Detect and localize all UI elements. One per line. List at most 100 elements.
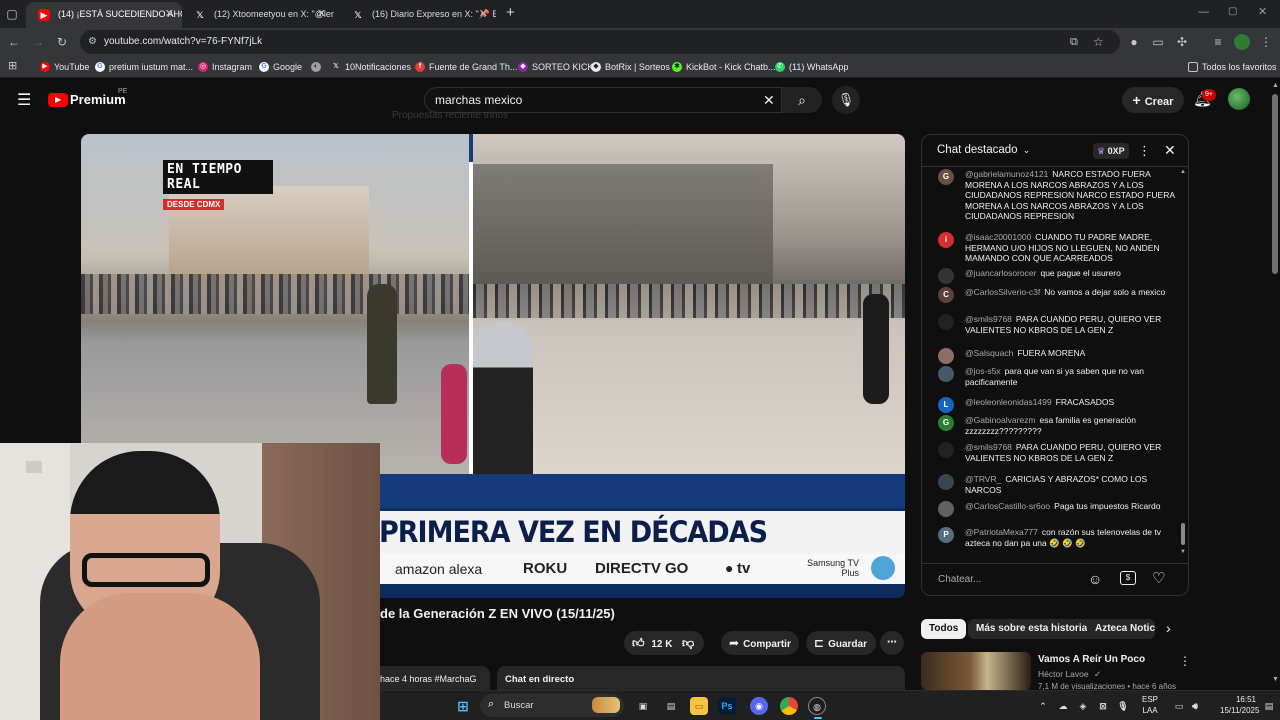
tab-youtube[interactable]: ▶ (14) ¡ESTÁ SUCEDIENDO AHORA ✕ <box>26 2 182 28</box>
chat-message[interactable]: @smils9768 PARA CUANDO PERU, QUIERO VER V… <box>938 314 1178 335</box>
chat-author[interactable]: @gabrielamunoz4121 <box>965 169 1048 179</box>
discord-icon[interactable]: ◉ <box>750 697 768 715</box>
related-title[interactable]: Vamos A Reír Un Poco <box>1038 654 1145 665</box>
chat-author[interactable]: @smils9768 <box>965 442 1012 452</box>
reading-list-icon[interactable]: ≡ <box>1210 34 1226 50</box>
chat-author[interactable]: @PatriotaMexa777 <box>965 527 1038 537</box>
chevron-right-icon[interactable]: › <box>1166 620 1171 636</box>
extension-icon[interactable]: ● <box>1126 34 1142 50</box>
extensions-puzzle-icon[interactable]: ✣ <box>1174 34 1190 50</box>
chip-all[interactable]: Todos <box>921 619 967 639</box>
avatar[interactable] <box>938 314 954 330</box>
all-bookmarks[interactable]: Todos los favoritos <box>1188 60 1277 74</box>
chat-author[interactable]: @isaac20001000 <box>965 232 1031 242</box>
avatar[interactable]: G <box>938 169 954 185</box>
tab-search-icon[interactable]: ▢ <box>4 6 20 22</box>
tab-x-2[interactable]: 𝕏 (16) Diario Expreso en X: "📌 E ✕ <box>340 2 496 28</box>
avatar[interactable] <box>938 366 954 382</box>
scroll-down-icon[interactable]: ▼ <box>1180 549 1186 555</box>
chat-message[interactable]: @juancarlosorocer que pague el usurero <box>938 268 1178 284</box>
chat-message[interactable]: P @PatriotaMexa777 con razón sus telenovel… <box>938 527 1178 548</box>
scroll-up-icon[interactable]: ▲ <box>1180 169 1186 175</box>
chat-close-icon[interactable]: ✕ <box>1164 142 1176 159</box>
reload-icon[interactable]: ↻ <box>54 34 70 50</box>
bookmark-kickbot[interactable]: ✱ KickBot - Kick Chatb... <box>672 60 776 74</box>
chip-more-story[interactable]: Más sobre esta historia <box>968 619 1096 639</box>
address-bar[interactable]: ⚙ youtube.com/watch?v=76-FYNf7jLk ⧉ ☆ <box>80 30 1120 54</box>
clear-search-icon[interactable]: ✕ <box>763 88 775 112</box>
emoji-icon[interactable]: ☺ <box>1088 571 1102 587</box>
mic-tray-icon[interactable]: 🎙︎ <box>1114 697 1132 715</box>
chat-message[interactable]: C @CarlosSilverio-c3f No vamos a dejar sol… <box>938 287 1178 303</box>
taskbar-search[interactable]: ⌕ Buscar <box>480 694 624 717</box>
chat-author[interactable]: @Salsquach <box>965 348 1013 358</box>
related-more-icon[interactable]: ⋮ <box>1179 654 1189 668</box>
maximize-icon[interactable]: ▢ <box>1228 6 1237 17</box>
avatar[interactable]: G <box>938 415 954 431</box>
chat-message[interactable]: L @leoleonleonidas1499 FRACASADOS <box>938 397 1178 413</box>
chat-author[interactable]: @jos-s5x <box>965 366 1001 376</box>
chat-author[interactable]: @CarlosSilverio-c3f <box>965 287 1040 297</box>
chat-scrollbar[interactable]: ▲ ▼ <box>1180 169 1186 557</box>
bookmark-star-icon[interactable]: ☆ <box>1093 30 1104 54</box>
page-scrollbar[interactable]: ▲ ▼ <box>1270 82 1280 690</box>
close-window-icon[interactable]: ✕ <box>1258 5 1267 18</box>
like-button[interactable]: 👍︎ 12 K <box>624 631 676 655</box>
chip-azteca[interactable]: Azteca Notici <box>1087 619 1155 639</box>
chat-author[interactable]: @TRVR_ <box>965 474 1001 484</box>
windows-start-icon[interactable]: ⊞ <box>454 697 472 715</box>
bookmark-sorteo-kick[interactable]: ◆ SORTEO KICK <box>518 60 593 74</box>
close-icon[interactable]: ✕ <box>317 2 326 26</box>
chat-author[interactable]: @smils9768 <box>965 314 1012 324</box>
share-button[interactable]: ➦ Compartir <box>721 631 799 655</box>
chat-message[interactable]: @Salsquach FUERA MORENA <box>938 348 1178 364</box>
site-info-icon[interactable]: ⚙ <box>88 30 97 54</box>
bookmark-whatsapp[interactable]: ✆ (11) WhatsApp <box>775 60 848 74</box>
chat-mode-dropdown[interactable]: Chat destacado ⌄ <box>937 144 1030 156</box>
avatar[interactable] <box>938 348 954 364</box>
scroll-up-icon[interactable]: ▲ <box>1272 82 1279 89</box>
chat-message[interactable]: @CarlosCastillo-sr6oo Paga tus impuestos … <box>938 501 1178 517</box>
chat-message[interactable]: i @isaac20001000 CUANDO TU PADRE MADRE, HE… <box>938 232 1178 264</box>
chat-message[interactable]: G @Gabinoalvarezm esa familia es generació… <box>938 415 1178 436</box>
cast-icon[interactable]: ⧉ <box>1070 30 1078 54</box>
chat-author[interactable]: @leoleonleonidas1499 <box>965 397 1052 407</box>
back-icon[interactable]: ← <box>6 34 22 50</box>
language-indicator[interactable]: ESP LAA <box>1142 694 1158 716</box>
chat-author[interactable]: @Gabinoalvarezm <box>965 415 1036 425</box>
chat-message[interactable]: G @gabrielamunoz4121 NARCO ESTADO FUERA MO… <box>938 169 1178 222</box>
chat-author[interactable]: @juancarlosorocer <box>965 268 1036 278</box>
app-icon[interactable]: ▤ <box>662 697 680 715</box>
clock[interactable]: 16:51 15/11/2025 <box>1220 694 1259 716</box>
apps-icon[interactable]: ⊞ <box>8 59 17 72</box>
onedrive-icon[interactable]: ☁ <box>1054 697 1072 715</box>
bookmark-youtube[interactable]: ▶ YouTube <box>40 60 89 74</box>
related-video-item[interactable]: Vamos A Reír Un Poco Héctor Lavoe ✓ 7,1 … <box>921 652 1189 690</box>
bookmark-grand-theft[interactable]: f Fuente de Grand Th... <box>415 60 517 74</box>
save-button[interactable]: ⊏ Guardar <box>806 631 876 655</box>
chat-message[interactable]: @TRVR_ CARICIAS Y ABRAZOS* COMO LOS NARCO… <box>938 474 1178 495</box>
more-actions-button[interactable]: ⋯ <box>880 631 904 655</box>
bookmark-instagram[interactable]: ◎ Instagram <box>198 60 252 74</box>
chat-message[interactable]: @smils9768 PARA CUANDO PERU, QUIERO VER V… <box>938 442 1178 463</box>
avatar[interactable]: P <box>938 527 954 543</box>
chat-more-icon[interactable]: ⋮ <box>1138 143 1151 159</box>
live-chat-replay[interactable]: Chat en directo <box>497 666 905 690</box>
app-tray-icon[interactable]: ⊠ <box>1094 697 1112 715</box>
new-tab-button[interactable]: + <box>506 4 515 21</box>
heart-icon[interactable]: ♡ <box>1152 569 1165 587</box>
avatar[interactable] <box>938 442 954 458</box>
bookmark-botrix[interactable]: ◆ BotRix | Sorteos <box>591 60 670 74</box>
close-icon[interactable]: ✕ <box>479 2 488 26</box>
minimize-icon[interactable]: — <box>1198 6 1209 18</box>
related-thumbnail[interactable] <box>921 652 1031 690</box>
super-chat-icon[interactable]: $ <box>1120 571 1136 585</box>
voice-search-button[interactable]: 🎙 <box>832 86 860 114</box>
menu-icon[interactable]: ⋮ <box>1258 34 1274 50</box>
search-button[interactable]: ⌕ <box>782 87 822 113</box>
close-icon[interactable]: ✕ <box>165 2 174 26</box>
chat-author[interactable]: @CarlosCastillo-sr6oo <box>965 501 1050 511</box>
task-view-icon[interactable]: ▣ <box>634 697 652 715</box>
profile-avatar[interactable] <box>1234 34 1250 50</box>
volume-icon[interactable]: 🔊︎ <box>1186 697 1204 715</box>
